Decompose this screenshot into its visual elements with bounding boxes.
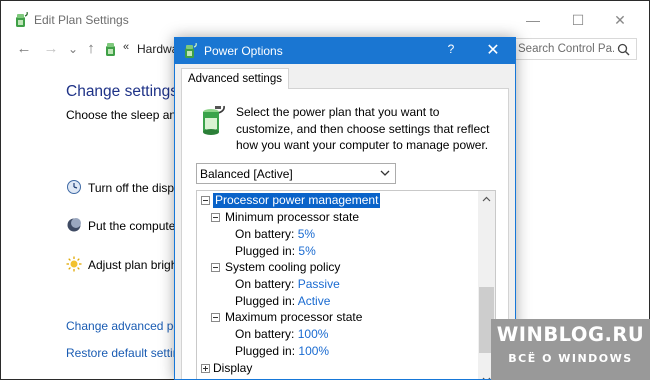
recent-locations-button[interactable]: ⌄ [64, 39, 82, 59]
dialog-titlebar[interactable]: Power Options ? ✕ [175, 38, 515, 64]
setting-label: On battery: [235, 327, 295, 341]
search-input[interactable] [518, 42, 614, 56]
watermark-subtitle: ВСЁ О WINDOWS [508, 352, 633, 365]
search-icon [617, 43, 630, 56]
address-box[interactable]: « Hardwa [103, 38, 183, 60]
breadcrumb-overflow-icon[interactable]: « [123, 41, 129, 53]
maximize-button[interactable]: ☐ [568, 10, 588, 30]
tree-node-label: Processor power management [213, 193, 381, 208]
setting-row[interactable]: On battery: Passive [235, 277, 340, 294]
dialog-description: Select the power plan that you want to c… [236, 105, 490, 152]
brightness-label: Adjust plan brightn [88, 258, 188, 272]
setting-value[interactable]: Passive [298, 277, 340, 291]
setting-label: On battery: [235, 277, 295, 291]
tree-node-label: Minimum processor state [225, 210, 360, 224]
setting-label: Plugged in: [235, 244, 296, 258]
setting-value[interactable]: 100% [298, 344, 329, 358]
settings-tree[interactable]: Processor power management Minimum proce… [196, 190, 496, 380]
scroll-down-icon[interactable] [482, 375, 491, 380]
display-clock-icon [67, 180, 81, 194]
tree-node-label: Display [213, 361, 253, 375]
close-button[interactable]: ✕ [610, 10, 630, 30]
back-button[interactable]: ← [15, 39, 33, 59]
setting-row[interactable]: Plugged in: 100% [235, 344, 329, 361]
setting-row[interactable]: Plugged in: Active [235, 294, 330, 311]
page-title: Change settings f [66, 83, 187, 100]
setting-value[interactable]: 5% [298, 244, 315, 258]
tab-advanced-settings[interactable]: Advanced settings [181, 68, 289, 89]
tree-node-label: Maximum processor state [225, 310, 363, 324]
setting-label: Plugged in: [235, 294, 296, 308]
setting-value[interactable]: 5% [298, 227, 315, 241]
setting-label: Plugged in: [235, 344, 296, 358]
setting-value[interactable]: 100% [298, 327, 329, 341]
dialog-title: Power Options [204, 44, 283, 58]
tree-node-label: System cooling policy [225, 260, 341, 274]
power-plan-battery-icon [203, 105, 225, 135]
dialog-close-button[interactable]: ✕ [482, 40, 504, 62]
scroll-up-icon[interactable] [482, 195, 491, 204]
help-button[interactable]: ? [443, 42, 459, 56]
collapse-icon[interactable] [211, 263, 220, 272]
collapse-icon[interactable] [211, 313, 220, 322]
setting-row[interactable]: On battery: 100% [235, 327, 328, 344]
sleep-label: Put the computer t [88, 219, 187, 233]
power-plan-dropdown[interactable]: Balanced [Active] [196, 163, 396, 184]
advanced-settings-panel: Select the power plan that you want to c… [181, 88, 509, 380]
up-button[interactable]: ↑ [82, 39, 100, 59]
minimize-button[interactable]: — [523, 10, 543, 30]
window-titlebar[interactable]: Edit Plan Settings — ☐ ✕ [1, 1, 649, 37]
window-title: Edit Plan Settings [34, 13, 129, 27]
breadcrumb[interactable]: Hardwa [137, 42, 178, 56]
forward-button[interactable]: → [42, 39, 60, 59]
brightness-sun-icon [66, 256, 82, 272]
setting-value[interactable]: Active [298, 294, 331, 308]
change-advanced-power-link[interactable]: Change advanced pow [66, 319, 189, 333]
power-options-icon [185, 43, 197, 58]
moon-icon [67, 218, 81, 232]
chevron-down-icon [380, 170, 390, 176]
power-options-dialog: Power Options ? ✕ Advanced settings Sele… [174, 37, 516, 380]
power-plan-icon [16, 12, 28, 27]
power-plan-icon [106, 43, 115, 56]
setting-row[interactable]: Plugged in: 5% [235, 244, 316, 261]
setting-row[interactable]: On battery: 5% [235, 227, 315, 244]
setting-label: On battery: [235, 227, 295, 241]
search-box[interactable] [513, 38, 637, 60]
watermark-title: WINBLOG.RU [496, 323, 645, 346]
selected-plan: Balanced [Active] [200, 167, 293, 181]
collapse-icon[interactable] [201, 196, 210, 205]
watermark-logo: WINBLOG.RU ВСЁ О WINDOWS [491, 319, 650, 380]
collapse-icon[interactable] [211, 213, 220, 222]
expand-icon[interactable] [201, 364, 210, 373]
turn-off-display-label: Turn off the displa [88, 181, 184, 195]
